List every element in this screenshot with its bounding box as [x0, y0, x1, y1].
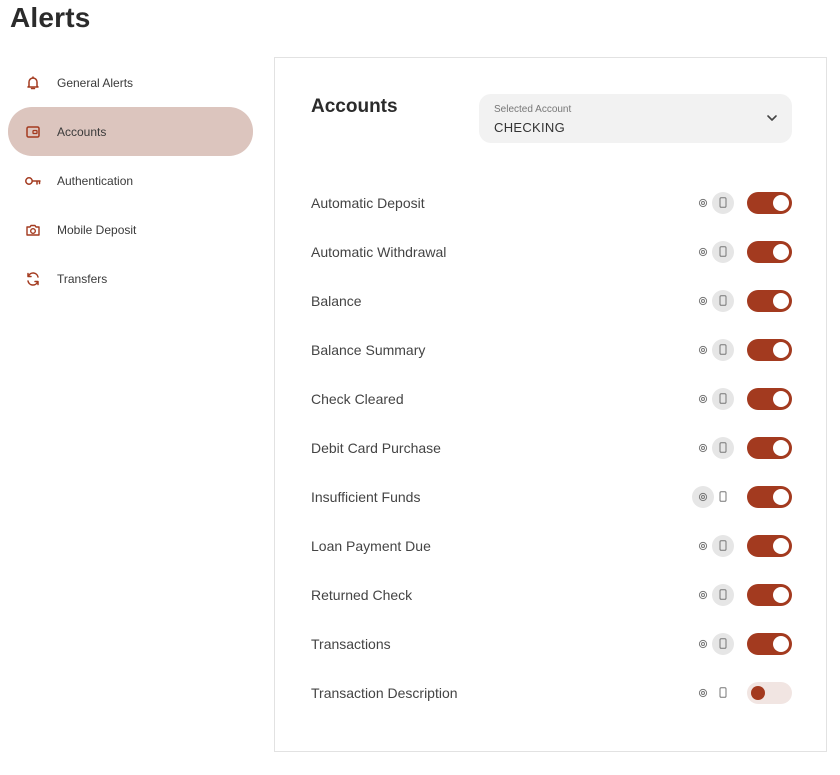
sidebar-item-label: General Alerts [57, 75, 134, 90]
email-icon[interactable] [692, 241, 714, 263]
alert-row-insufficient-funds: Insufficient Funds [275, 472, 826, 521]
alert-label: Insufficient Funds [311, 488, 421, 505]
page-title: Alerts [10, 2, 91, 33]
phone-icon[interactable] [712, 191, 734, 214]
alert-toggle[interactable] [747, 338, 792, 361]
alert-label: Check Cleared [311, 390, 404, 407]
key-icon [24, 172, 42, 190]
panel-title: Accounts [311, 96, 398, 117]
phone-icon[interactable] [712, 387, 734, 410]
phone-icon[interactable] [712, 632, 734, 655]
alert-toggle[interactable] [747, 485, 792, 508]
alerts-list: Automatic Deposit Automatic Withdrawal Bal… [275, 178, 826, 717]
accounts-panel: Accounts Selected Account CHECKING Autom… [274, 57, 827, 752]
alert-label: Automatic Withdrawal [311, 243, 447, 260]
alert-toggle[interactable] [747, 534, 792, 557]
sidebar-item-label: Transfers [57, 271, 108, 286]
phone-icon[interactable] [712, 534, 734, 557]
alert-label: Transaction Description [311, 684, 458, 701]
toggle-knob [773, 635, 789, 652]
alert-label: Transactions [311, 635, 391, 652]
alert-toggle[interactable] [747, 289, 792, 312]
wallet-icon [24, 123, 42, 141]
camera-icon [24, 221, 42, 239]
alert-row-automatic-withdrawal: Automatic Withdrawal [275, 227, 826, 276]
alert-toggle[interactable] [747, 681, 792, 704]
alert-row-balance-summary: Balance Summary [275, 325, 826, 374]
alert-row-transactions: Transactions [275, 619, 826, 668]
chevron-down-icon [764, 110, 780, 126]
sidebar-item-label: Accounts [57, 124, 107, 139]
email-icon[interactable] [692, 584, 714, 606]
phone-icon[interactable] [712, 289, 734, 312]
toggle-knob [773, 194, 789, 211]
sidebar-item-accounts[interactable]: Accounts [8, 107, 253, 156]
email-icon[interactable] [692, 535, 714, 557]
alert-toggle[interactable] [747, 436, 792, 459]
alert-row-debit-card-purchase: Debit Card Purchase [275, 423, 826, 472]
toggle-knob [773, 243, 789, 260]
toggle-knob [773, 390, 789, 407]
alert-toggle[interactable] [747, 240, 792, 263]
toggle-knob [773, 537, 789, 554]
toggle-knob [751, 685, 765, 700]
sidebar-nav: General Alerts Accounts Authentication M… [8, 58, 253, 303]
email-icon[interactable] [692, 388, 714, 410]
toggle-knob [773, 292, 789, 309]
email-icon[interactable] [692, 437, 714, 459]
sidebar-item-transfers[interactable]: Transfers [8, 254, 253, 303]
toggle-knob [773, 586, 789, 603]
sidebar-item-authentication[interactable]: Authentication [8, 156, 253, 205]
alert-toggle[interactable] [747, 387, 792, 410]
alert-label: Balance Summary [311, 341, 426, 358]
select-caption: Selected Account [494, 104, 572, 115]
phone-icon[interactable] [712, 436, 734, 459]
alert-row-loan-payment-due: Loan Payment Due [275, 521, 826, 570]
email-icon[interactable] [692, 290, 714, 312]
bell-icon [24, 74, 42, 92]
email-icon[interactable] [692, 682, 714, 704]
toggle-knob [773, 488, 789, 505]
alert-row-automatic-deposit: Automatic Deposit [275, 178, 826, 227]
alert-label: Returned Check [311, 586, 413, 603]
alert-row-transaction-description: Transaction Description [275, 668, 826, 717]
transfer-arrows-icon [24, 270, 42, 288]
sidebar-item-general-alerts[interactable]: General Alerts [8, 58, 253, 107]
select-value: CHECKING [494, 120, 566, 135]
alert-row-returned-check: Returned Check [275, 570, 826, 619]
toggle-knob [773, 341, 789, 358]
email-icon[interactable] [692, 633, 714, 655]
phone-icon[interactable] [712, 583, 734, 606]
phone-icon[interactable] [712, 486, 734, 508]
alert-toggle[interactable] [747, 632, 792, 655]
alert-toggle[interactable] [747, 191, 792, 214]
phone-icon[interactable] [712, 240, 734, 263]
sidebar-item-mobile-deposit[interactable]: Mobile Deposit [8, 205, 253, 254]
sidebar-item-label: Mobile Deposit [57, 222, 137, 237]
alert-row-check-cleared: Check Cleared [275, 374, 826, 423]
toggle-knob [773, 439, 789, 456]
email-icon[interactable] [692, 485, 714, 508]
phone-icon[interactable] [712, 682, 734, 704]
alert-label: Balance [311, 292, 362, 309]
account-select[interactable]: Selected Account CHECKING [479, 94, 792, 143]
email-icon[interactable] [692, 339, 714, 361]
email-icon[interactable] [692, 192, 714, 214]
alert-row-balance: Balance [275, 276, 826, 325]
alert-label: Automatic Deposit [311, 194, 425, 211]
alert-label: Loan Payment Due [311, 537, 431, 554]
sidebar-item-label: Authentication [57, 173, 134, 188]
alert-toggle[interactable] [747, 583, 792, 606]
phone-icon[interactable] [712, 338, 734, 361]
alert-label: Debit Card Purchase [311, 439, 441, 456]
